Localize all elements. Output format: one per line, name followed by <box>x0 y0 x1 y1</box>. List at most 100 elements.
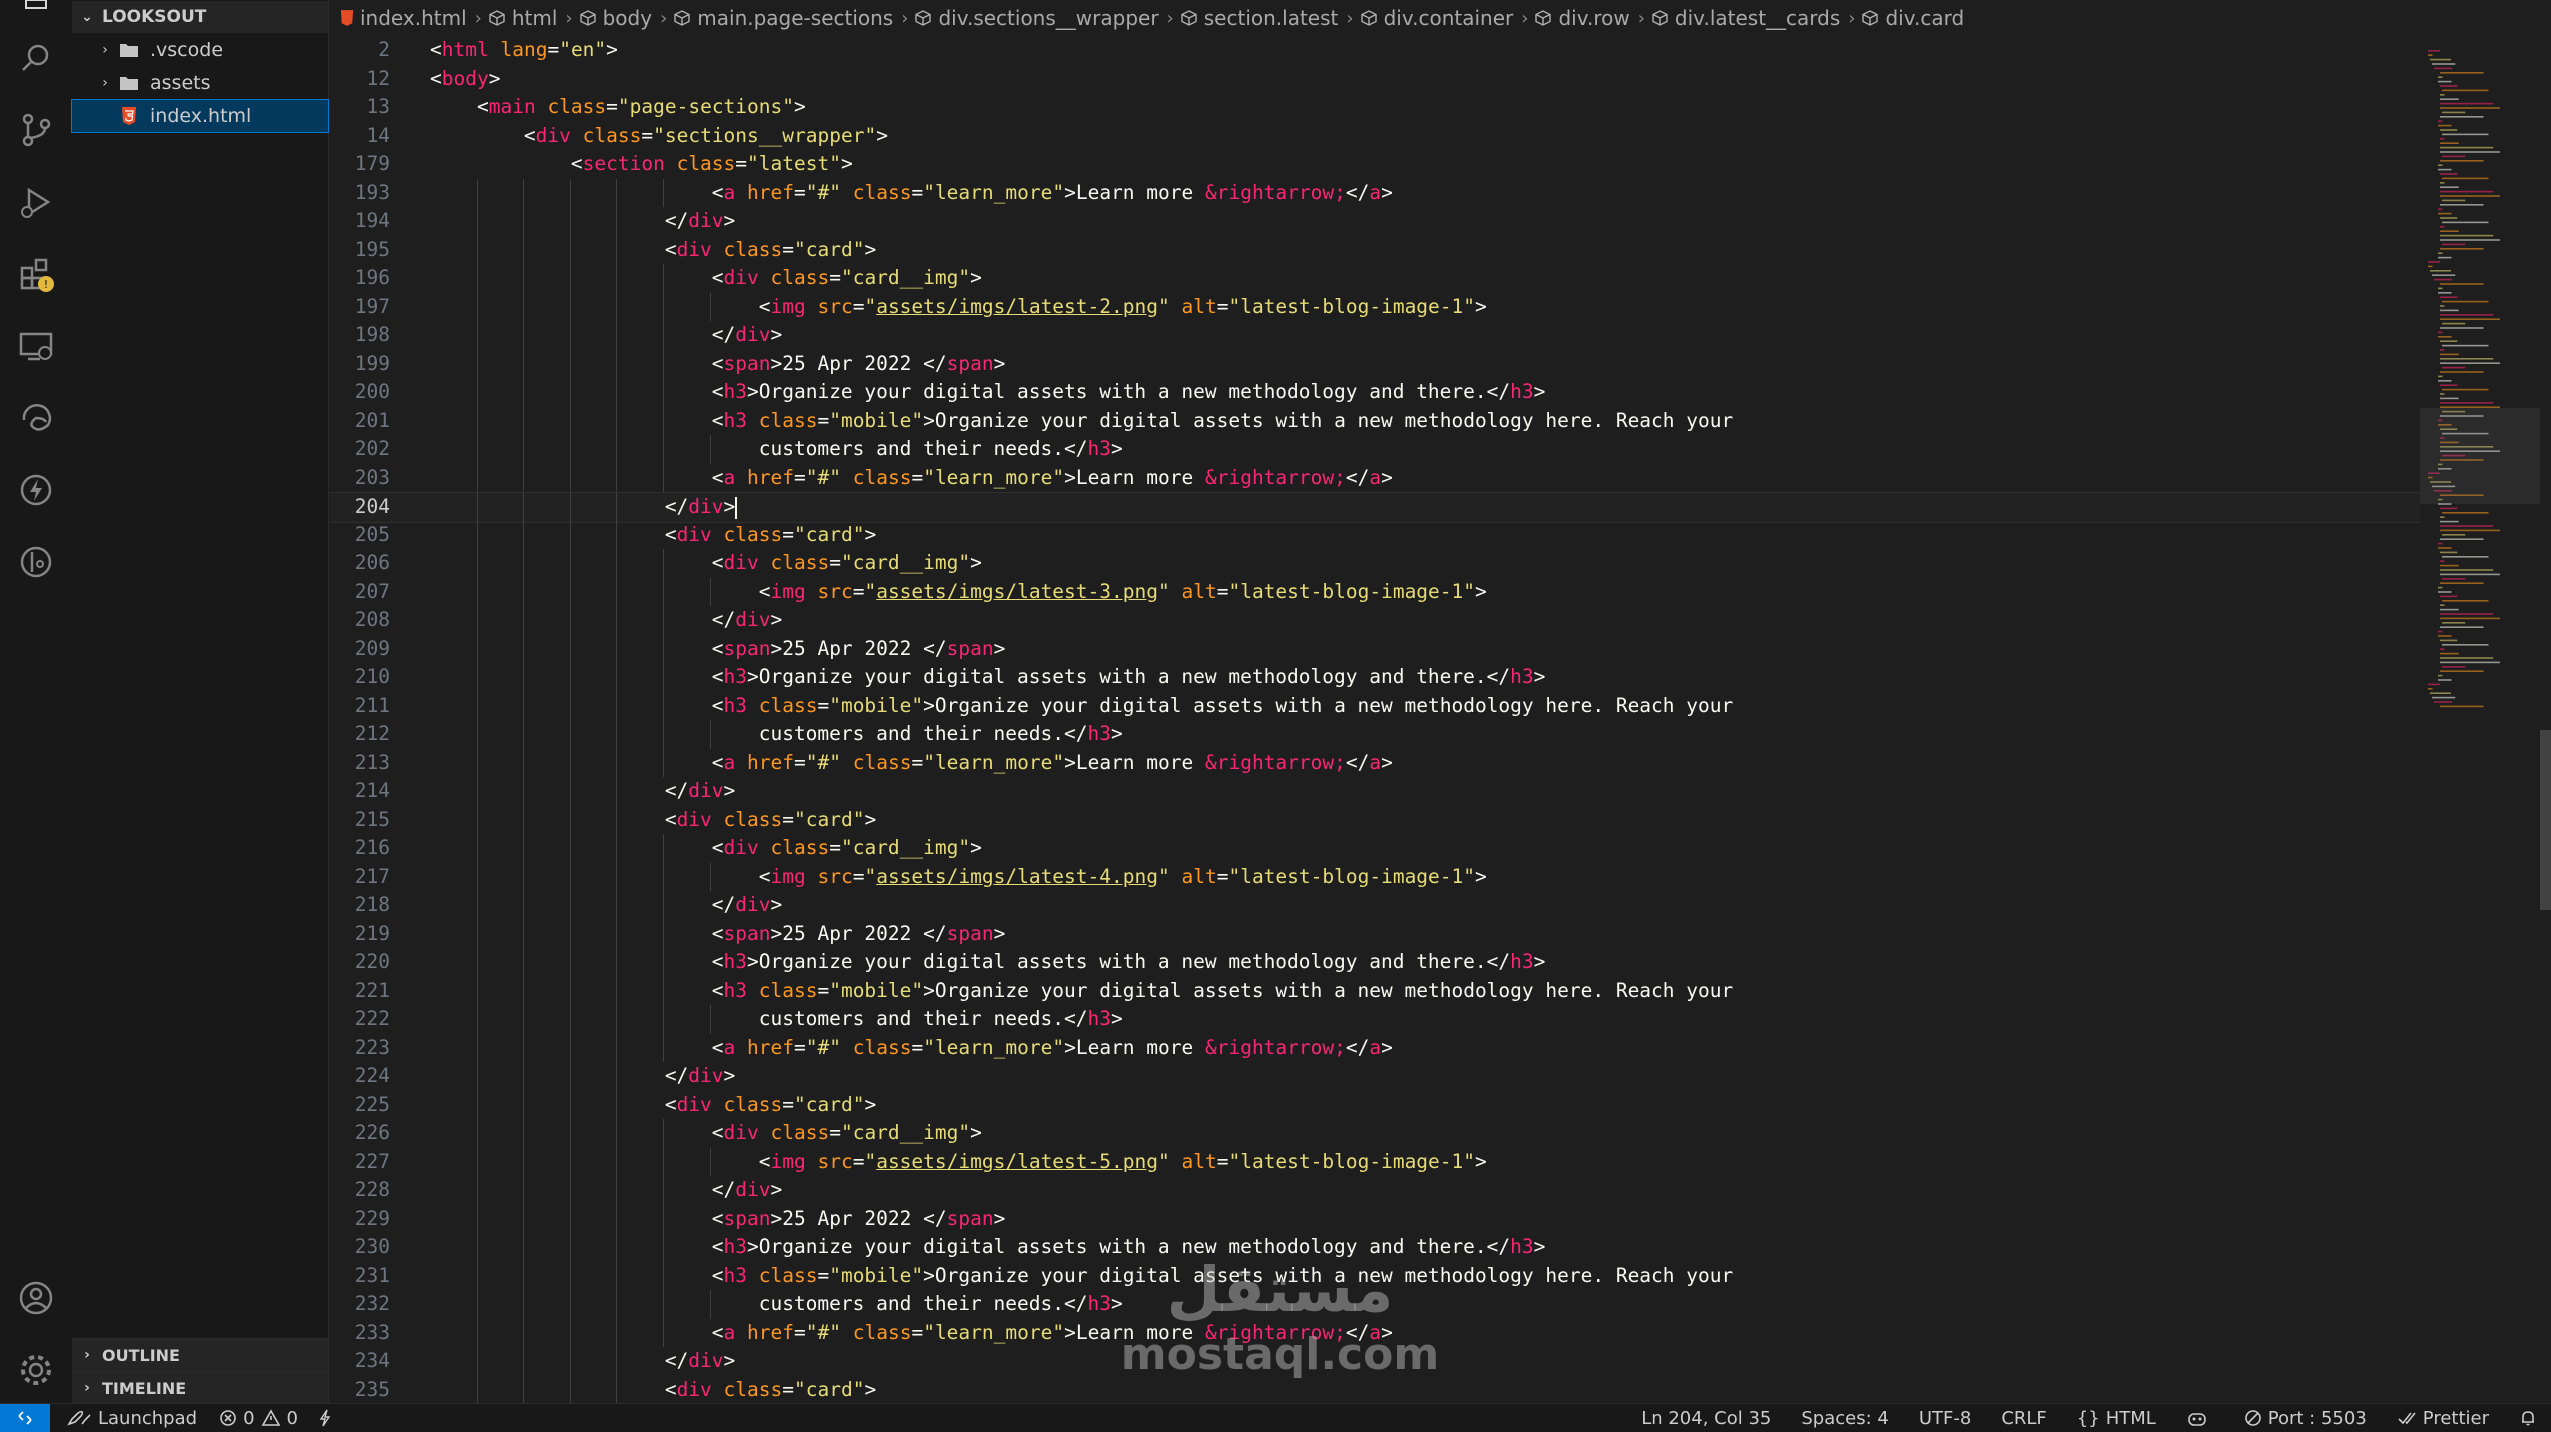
cursor-position-button[interactable]: Ln 204, Col 35 <box>1641 1408 1771 1429</box>
code-line[interactable]: 222 customers and their needs.</h3> <box>330 1005 2420 1034</box>
code-line[interactable]: 197 <img src="assets/imgs/latest-2.png" … <box>330 292 2420 321</box>
run-debug-icon[interactable] <box>0 172 72 232</box>
minimap[interactable] <box>2420 36 2551 1403</box>
breadcrumb-item[interactable]: div.row › <box>1528 6 1645 30</box>
indentation-button[interactable]: Spaces: 4 <box>1801 1408 1888 1429</box>
code-line[interactable]: 225 <div class="card"> <box>330 1090 2420 1119</box>
code-line[interactable]: 216 <div class="card__img"> <box>330 834 2420 863</box>
tree-item-label: assets <box>150 72 211 94</box>
code-line[interactable]: 199 <span>25 Apr 2022 </span> <box>330 349 2420 378</box>
code-line[interactable]: 14 <div class="sections__wrapper"> <box>330 122 2420 151</box>
code-line[interactable]: 212 customers and their needs.</h3> <box>330 720 2420 749</box>
code-line[interactable]: 213 <a href="#" class="learn_more">Learn… <box>330 748 2420 777</box>
code-line[interactable]: 227 <img src="assets/imgs/latest-5.png" … <box>330 1147 2420 1176</box>
code-line[interactable]: 205 <div class="card"> <box>330 520 2420 549</box>
code-line[interactable]: 200 <h3>Organize your digital assets wit… <box>330 378 2420 407</box>
minimap-line <box>2440 371 2484 373</box>
code-line[interactable]: 215 <div class="card"> <box>330 805 2420 834</box>
breadcrumb-label: div.row <box>1558 6 1630 30</box>
code-line[interactable]: 12 <body> <box>330 65 2420 94</box>
vertical-scrollbar-thumb[interactable] <box>2540 730 2551 910</box>
code-line[interactable]: 214 </div> <box>330 777 2420 806</box>
code-editor[interactable]: 2 <html lang="en"> 12 <body> 13 <main class=… <box>330 36 2551 1404</box>
line-number: 234 <box>354 1349 390 1372</box>
line-number: 228 <box>354 1178 390 1201</box>
problems-button[interactable]: 0 0 <box>219 1408 298 1429</box>
code-line[interactable]: 221 <h3 class="mobile">Organize your dig… <box>330 976 2420 1005</box>
encoding-button[interactable]: UTF-8 <box>1919 1408 1971 1429</box>
code-line[interactable]: 13 <main class="page-sections"> <box>330 93 2420 122</box>
source-control-icon[interactable] <box>0 100 72 160</box>
code-line[interactable]: 203 <a href="#" class="learn_more">Learn… <box>330 463 2420 492</box>
prettier-button[interactable]: Prettier <box>2397 1408 2489 1429</box>
code-line[interactable]: 218 </div> <box>330 891 2420 920</box>
breadcrumb-item[interactable]: section.latest › <box>1174 6 1354 30</box>
explorer-icon[interactable] <box>0 0 72 14</box>
code-line[interactable]: 229 <span>25 Apr 2022 </span> <box>330 1204 2420 1233</box>
code-line[interactable]: 2 <html lang="en"> <box>330 36 2420 65</box>
breadcrumb-item[interactable]: body › <box>573 6 667 30</box>
code-line[interactable]: 193 <a href="#" class="learn_more">Learn… <box>330 178 2420 207</box>
remote-explorer-icon[interactable] <box>0 316 72 376</box>
tree-item-index-html[interactable]: index.html <box>71 99 329 133</box>
code-line[interactable]: 220 <h3>Organize your digital assets wit… <box>330 948 2420 977</box>
launchpad-label: Launchpad <box>98 1407 198 1429</box>
breadcrumb-item[interactable]: div.latest__cards › <box>1645 6 1855 30</box>
code-text: <h3 class="mobile">Organize your digital… <box>711 408 1734 432</box>
gitlens-icon[interactable] <box>0 532 72 592</box>
code-line[interactable]: 194 </div> <box>330 207 2420 236</box>
code-line[interactable]: 208 </div> <box>330 606 2420 635</box>
code-line[interactable]: 204 </div> <box>330 492 2420 523</box>
eol-button[interactable]: CRLF <box>2001 1408 2046 1429</box>
code-line[interactable]: 179 <section class="latest"> <box>330 150 2420 179</box>
breadcrumb-item[interactable]: div.sections__wrapper › <box>908 6 1174 30</box>
code-line[interactable]: 228 </div> <box>330 1176 2420 1205</box>
breadcrumb-item[interactable]: html › <box>482 6 573 30</box>
extensions-icon[interactable]: ! <box>0 244 72 304</box>
breadcrumb-item[interactable]: main.page-sections › <box>667 6 908 30</box>
copilot-button[interactable] <box>2186 1409 2214 1427</box>
tree-item-assets[interactable]: › assets <box>72 67 328 99</box>
code-line[interactable]: 195 <div class="card"> <box>330 235 2420 264</box>
language-mode-button[interactable]: {} HTML <box>2077 1408 2156 1429</box>
code-line[interactable]: 202 customers and their needs.</h3> <box>330 435 2420 464</box>
code-line[interactable]: 207 <img src="assets/imgs/latest-3.png" … <box>330 577 2420 606</box>
lightning-icon[interactable] <box>318 1409 338 1427</box>
code-text: <img src="assets/imgs/latest-3.png" alt=… <box>758 579 1487 603</box>
edge-devtools-icon[interactable] <box>0 388 72 448</box>
outline-panel-header[interactable]: › OUTLINE <box>72 1338 328 1371</box>
code-line[interactable]: 198 </div> <box>330 321 2420 350</box>
code-line[interactable]: 226 <div class="card__img"> <box>330 1119 2420 1148</box>
code-line[interactable]: 206 <div class="card__img"> <box>330 549 2420 578</box>
settings-gear-icon[interactable] <box>0 1340 72 1400</box>
minimap-viewport-slider[interactable] <box>2420 408 2540 504</box>
breadcrumb-item[interactable]: index.html › <box>330 6 482 30</box>
code-line[interactable]: 219 <span>25 Apr 2022 </span> <box>330 919 2420 948</box>
symbol-cube-icon <box>914 9 932 27</box>
code-line[interactable]: 209 <span>25 Apr 2022 </span> <box>330 634 2420 663</box>
code-line[interactable]: 210 <h3>Organize your digital assets wit… <box>330 663 2420 692</box>
code-line[interactable]: 217 <img src="assets/imgs/latest-4.png" … <box>330 862 2420 891</box>
code-line[interactable]: 196 <div class="card__img"> <box>330 264 2420 293</box>
code-line[interactable]: 224 </div> <box>330 1062 2420 1091</box>
breadcrumb-item[interactable]: div.container › <box>1354 6 1528 30</box>
workspace-folder-header[interactable]: ⌄ LOOKSOUT <box>72 1 328 33</box>
minimap-line <box>2442 221 2489 224</box>
tree-item-vscode[interactable]: › .vscode <box>72 34 328 66</box>
remote-indicator-button[interactable] <box>0 1404 50 1432</box>
launchpad-button[interactable]: Launchpad <box>66 1408 197 1429</box>
thunder-client-icon[interactable] <box>0 460 72 520</box>
code-line[interactable]: 223 <a href="#" class="learn_more">Learn… <box>330 1033 2420 1062</box>
notifications-button[interactable] <box>2519 1409 2543 1427</box>
line-number: 207 <box>354 579 390 603</box>
code-line[interactable]: 201 <h3 class="mobile">Organize your dig… <box>330 406 2420 435</box>
search-icon[interactable] <box>0 28 72 88</box>
timeline-panel-header[interactable]: › TIMELINE <box>72 1371 328 1404</box>
accounts-icon[interactable] <box>0 1268 72 1328</box>
live-server-port-button[interactable]: Port : 5503 <box>2244 1408 2367 1429</box>
minimap-line <box>2440 520 2459 523</box>
breadcrumb-item[interactable]: div.card <box>1855 6 1964 30</box>
code-line[interactable]: 211 <h3 class="mobile">Organize your dig… <box>330 691 2420 720</box>
minimap-line <box>2438 76 2443 78</box>
code-text: <html lang="en"> <box>430 38 618 61</box>
